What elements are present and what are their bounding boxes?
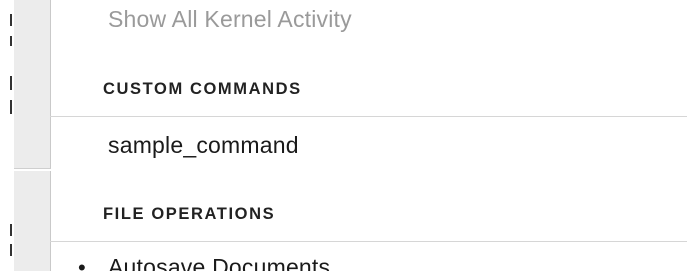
section-header-custom-commands: CUSTOM COMMANDS [103,80,302,98]
menu-item-autosave-documents[interactable]: Autosave Documents [108,254,330,271]
toolbar-panel-bottom [14,171,51,271]
toolbar-marker [10,224,12,236]
dropdown-menu: Show All Kernel Activity CUSTOM COMMANDS… [50,0,687,271]
toolbar-marker [10,244,12,256]
toolbar-strip [0,0,51,271]
menu-separator [50,116,687,117]
toolbar-panel-top [14,0,51,169]
menu-separator [50,241,687,242]
toolbar-marker [10,14,12,26]
section-header-file-operations: FILE OPERATIONS [103,205,276,223]
toolbar-marker [10,76,12,90]
checkmark-bullet-icon: • [78,255,86,271]
toolbar-marker [10,36,12,46]
menu-screenshot: Show All Kernel Activity CUSTOM COMMANDS… [0,0,687,271]
menu-item-show-all-kernel-activity[interactable]: Show All Kernel Activity [108,6,352,33]
toolbar-marker [10,100,12,114]
menu-item-sample-command[interactable]: sample_command [108,132,299,159]
